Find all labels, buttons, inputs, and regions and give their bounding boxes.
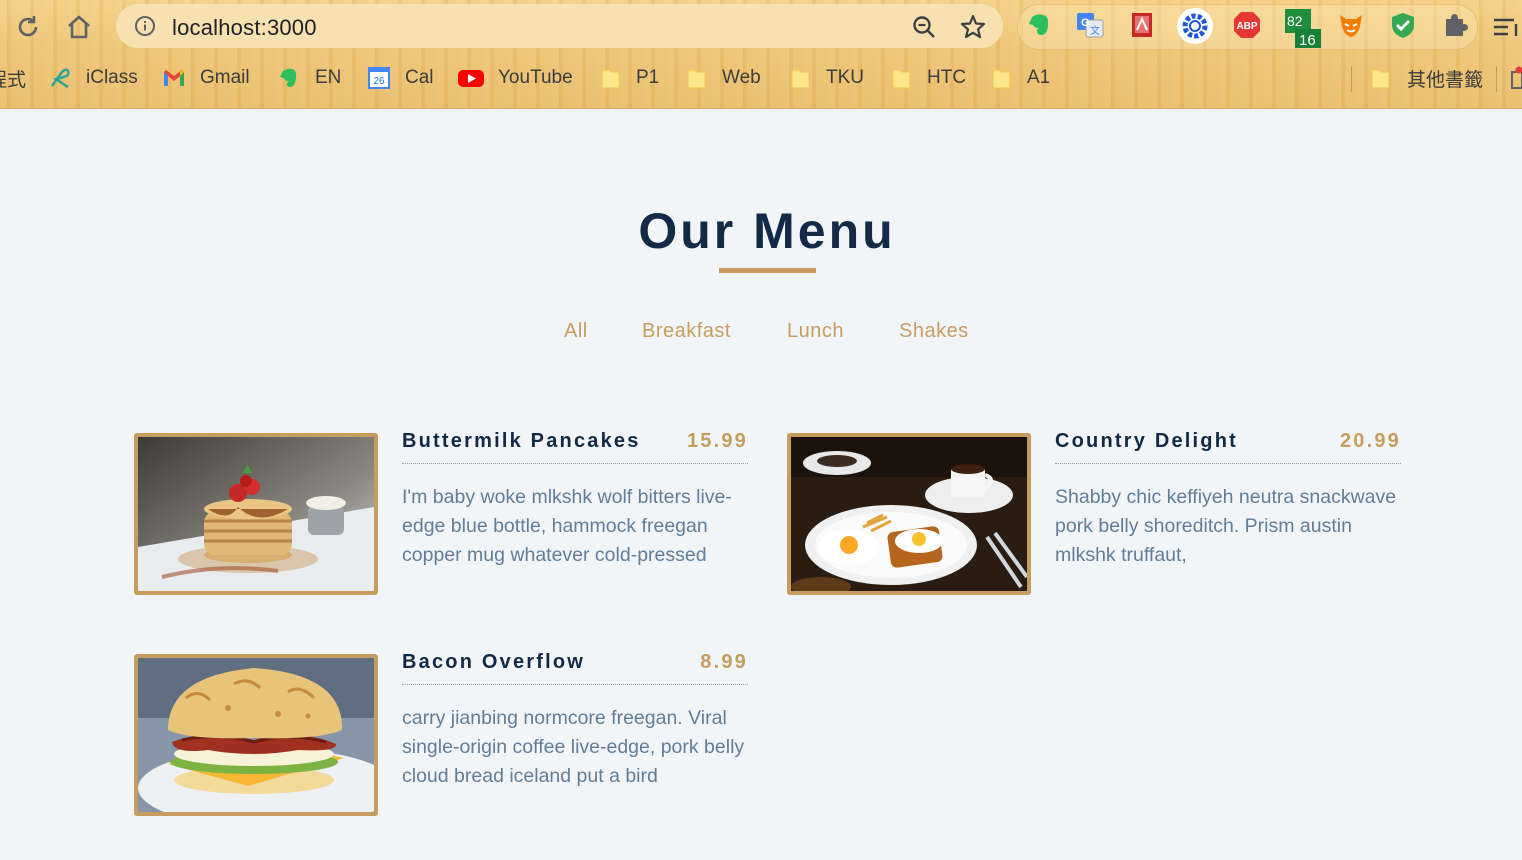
svg-text:16: 16	[1299, 32, 1316, 49]
svg-text:G: G	[1081, 17, 1090, 29]
bookmark-label: A1	[1027, 67, 1051, 88]
bookmarks-bar: 程式 iClass Gmail EN 26 Cal YouTube P1 Web	[0, 58, 1522, 98]
bookmarks-divider	[1496, 66, 1497, 92]
bookmark-label: Gmail	[200, 67, 250, 88]
svg-text:文: 文	[1090, 24, 1100, 37]
bookmarks-divider	[1351, 66, 1352, 92]
shield-extension-icon[interactable]	[1388, 10, 1418, 40]
pdf-extension-icon[interactable]	[1127, 10, 1157, 40]
reading-list-icon[interactable]	[1492, 12, 1522, 42]
filter-shakes-button[interactable]: Shakes	[899, 320, 969, 343]
bookmark-star-icon[interactable]	[959, 13, 987, 41]
menu-item: Buttermilk Pancakes 15.99 I'm baby woke …	[134, 430, 748, 595]
pancakes-photo	[134, 433, 378, 595]
menu-item: Country Delight 20.99 Shabby chic keffiy…	[787, 430, 1401, 595]
menu-item-description: I'm baby woke mlkshk wolf bitters live-e…	[402, 486, 732, 566]
svg-text:26: 26	[373, 76, 385, 87]
menu-item: Bacon Overflow 8.99 carry jianbing normc…	[134, 651, 748, 816]
counter-extension-icon[interactable]: 82 16	[1285, 9, 1323, 49]
menu-item-info: Bacon Overflow 8.99 carry jianbing normc…	[402, 651, 748, 791]
menu-item-info: Country Delight 20.99 Shabby chic keffiy…	[1055, 430, 1401, 570]
bookmark-a1[interactable]: A1	[990, 64, 1050, 92]
bookmark-label: Cal	[405, 67, 434, 88]
folder-icon	[685, 66, 709, 90]
bookmark-label: YouTube	[498, 67, 573, 88]
eggs-toast-photo	[787, 433, 1031, 595]
bookmark-htc[interactable]: HTC	[890, 64, 966, 92]
browser-chrome: localhost:3000 G文 ABP 8216 程式	[0, 0, 1522, 109]
adblock-icon[interactable]: ABP	[1232, 10, 1262, 40]
bookmark-en[interactable]: EN	[277, 64, 341, 92]
menu-item-description: Shabby chic keffiyeh neutra snackwave po…	[1055, 486, 1397, 566]
google-translate-icon[interactable]: G文	[1075, 10, 1105, 40]
bookmark-youtube[interactable]: YouTube	[458, 64, 573, 92]
menu-item-header: Buttermilk Pancakes 15.99	[402, 430, 748, 464]
menu-item-price: 8.99	[700, 651, 748, 673]
extensions-puzzle-icon[interactable]	[1440, 10, 1470, 40]
menu-item-price: 20.99	[1339, 430, 1401, 452]
menu-item-price: 15.99	[686, 430, 748, 452]
bookmark-label: TKU	[826, 67, 864, 88]
folder-icon	[990, 66, 1014, 90]
site-info-icon[interactable]	[134, 15, 156, 37]
folder-icon	[599, 66, 623, 90]
youtube-icon	[458, 66, 484, 90]
bookmark-gmail[interactable]: Gmail	[162, 64, 250, 92]
bookmark-p1[interactable]: P1	[599, 64, 659, 92]
svg-text:82: 82	[1287, 13, 1303, 29]
bookmark-label: 其他書籤	[1407, 69, 1484, 91]
menu-item-header: Bacon Overflow 8.99	[402, 651, 748, 685]
menu-item-name: Bacon Overflow	[402, 651, 586, 673]
bookmark-label: P1	[636, 67, 660, 88]
folder-icon	[890, 66, 914, 90]
bookmark-cheng-shi[interactable]: 程式	[0, 64, 26, 92]
bookmark-label: HTC	[927, 67, 967, 88]
folder-icon	[789, 66, 813, 90]
folder-icon	[1369, 66, 1393, 90]
bookmark-other[interactable]: 其他書籤	[1369, 64, 1483, 92]
url-text: localhost:3000	[172, 15, 317, 40]
filter-lunch-button[interactable]: Lunch	[787, 320, 844, 343]
evernote-icon	[277, 66, 301, 90]
menu-item-header: Country Delight 20.99	[1055, 430, 1401, 464]
calendar-icon: 26	[367, 66, 391, 90]
bookmark-label: 程式	[0, 69, 27, 91]
title-underline	[719, 268, 816, 273]
settings-extension-icon[interactable]	[1176, 7, 1214, 45]
menu-item-info: Buttermilk Pancakes 15.99 I'm baby woke …	[402, 430, 748, 570]
reload-icon[interactable]	[13, 12, 43, 42]
bookmark-tku[interactable]: TKU	[789, 64, 864, 92]
menu-item-description: carry jianbing normcore freegan. Viral s…	[402, 707, 745, 787]
filter-all-button[interactable]: All	[564, 320, 588, 343]
evernote-extension-icon[interactable]	[1024, 10, 1054, 40]
fox-extension-icon[interactable]	[1336, 10, 1366, 40]
bacon-sandwich-photo	[134, 654, 378, 816]
home-icon[interactable]	[64, 12, 94, 42]
bookmark-cal[interactable]: 26 Cal	[367, 64, 434, 92]
iclass-icon	[48, 66, 72, 90]
filter-breakfast-button[interactable]: Breakfast	[642, 320, 731, 343]
menu-item-name: Buttermilk Pancakes	[402, 430, 641, 452]
address-bar[interactable]: localhost:3000	[116, 4, 1003, 48]
reading-list-icon	[1508, 66, 1522, 90]
reading-list-bookmark[interactable]	[1508, 64, 1522, 92]
svg-text:ABP: ABP	[1236, 21, 1257, 32]
bookmark-iclass[interactable]: iClass	[48, 64, 138, 92]
bookmark-label: EN	[315, 67, 342, 88]
bookmark-label: Web	[722, 67, 761, 88]
menu-item-name: Country Delight	[1055, 430, 1238, 452]
page-title: Our Menu	[638, 203, 896, 259]
bookmark-label: iClass	[86, 67, 138, 88]
bookmark-web[interactable]: Web	[685, 64, 761, 92]
zoom-icon[interactable]	[911, 14, 937, 40]
gmail-icon	[162, 66, 186, 90]
